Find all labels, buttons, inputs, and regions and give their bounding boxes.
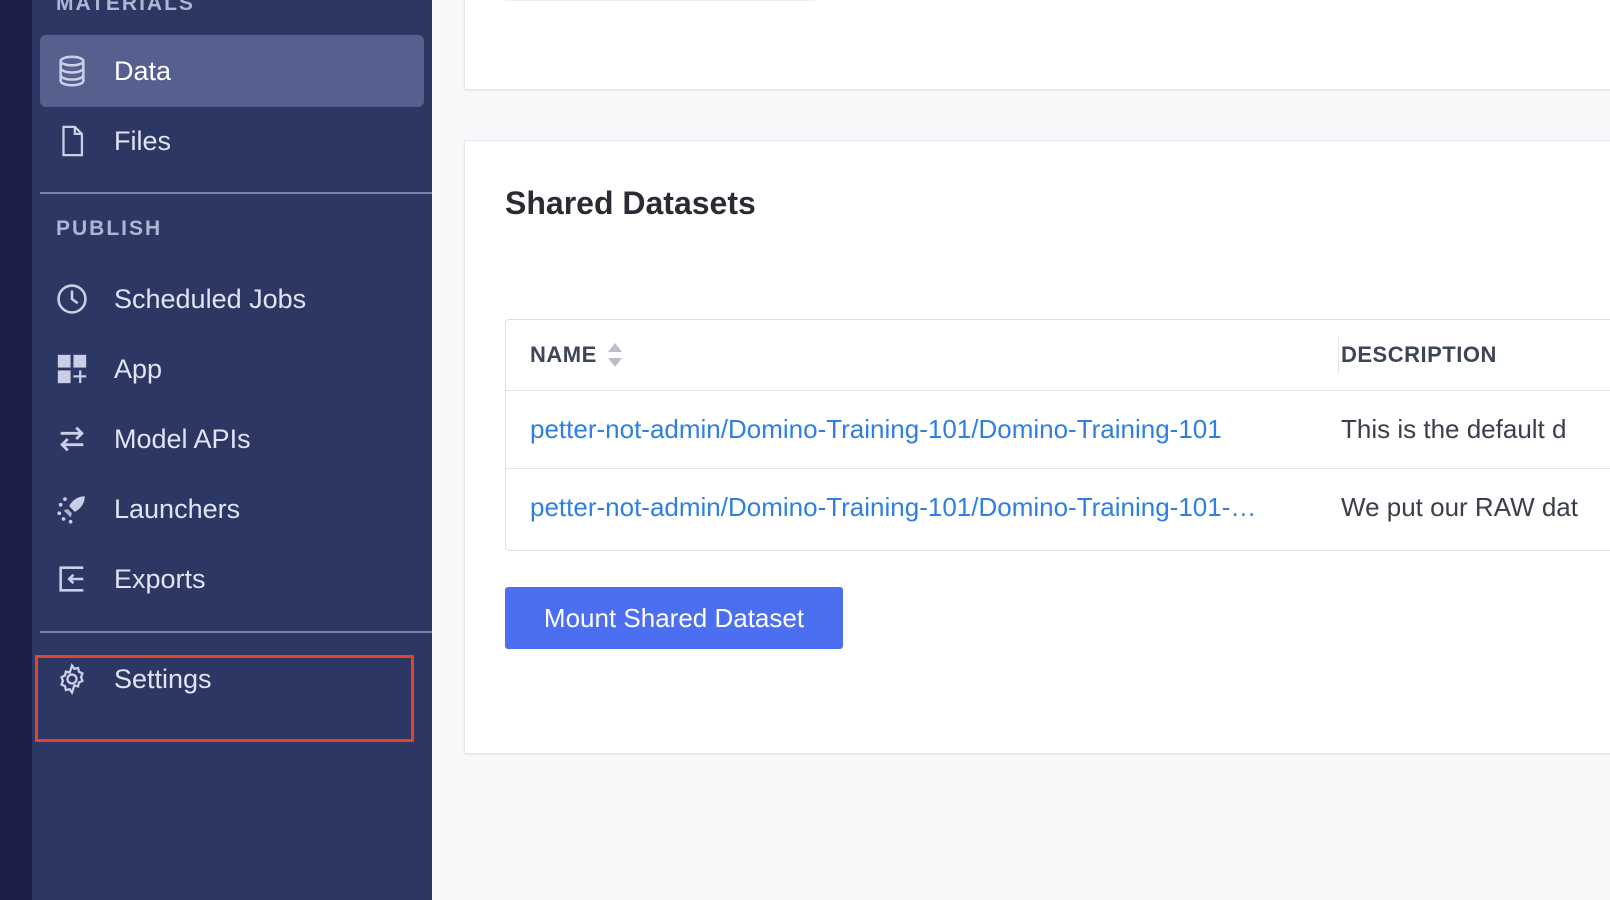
sidebar-item-launchers[interactable]: Launchers xyxy=(40,473,424,545)
rocket-icon xyxy=(52,489,92,529)
previous-card xyxy=(464,0,1610,90)
table-row: petter-not-admin/Domino-Training-101/Dom… xyxy=(506,390,1610,469)
section-title: Shared Datasets xyxy=(505,185,756,221)
export-icon xyxy=(52,559,92,599)
swap-arrows-icon xyxy=(52,419,92,459)
table-header: NAME DESCRIPTION xyxy=(506,320,1610,391)
sidebar-item-label: Launchers xyxy=(114,493,241,524)
sidebar-item-label: Exports xyxy=(114,563,206,594)
dataset-description: This is the default d xyxy=(1341,413,1567,444)
settings-highlight-box xyxy=(35,655,414,742)
sidebar-item-exports[interactable]: Exports xyxy=(40,543,424,615)
column-header-label: NAME xyxy=(530,342,597,367)
sidebar: MATERIALS Data Files PUBLISH Scheduled J… xyxy=(32,0,432,900)
shared-datasets-card: Shared Datasets NAME DESCRIPTION petter-… xyxy=(464,140,1610,754)
sidebar-item-label: App xyxy=(114,353,163,384)
dataset-name-link[interactable]: petter-not-admin/Domino-Training-101/Dom… xyxy=(530,492,1290,523)
sidebar-item-label: Scheduled Jobs xyxy=(114,283,307,314)
dataset-description: We put our RAW dat xyxy=(1341,491,1578,522)
sidebar-item-scheduled-jobs[interactable]: Scheduled Jobs xyxy=(40,263,424,335)
column-header-name[interactable]: NAME xyxy=(530,320,623,390)
clock-icon xyxy=(52,279,92,319)
sidebar-item-app[interactable]: App xyxy=(40,333,424,405)
dataset-name-link[interactable]: petter-not-admin/Domino-Training-101/Dom… xyxy=(530,414,1290,445)
sidebar-item-label: Files xyxy=(114,125,172,156)
left-rail xyxy=(0,0,32,900)
mount-shared-dataset-button[interactable]: Mount Shared Dataset xyxy=(505,587,843,649)
file-icon xyxy=(52,121,92,161)
column-header-description: DESCRIPTION xyxy=(1341,342,1497,367)
sidebar-item-label: Model APIs xyxy=(114,423,251,454)
main-content: Shared Datasets NAME DESCRIPTION petter-… xyxy=(432,0,1610,900)
shared-datasets-table: NAME DESCRIPTION petter-not-admin/Domino… xyxy=(505,319,1610,551)
table-row: petter-not-admin/Domino-Training-101/Dom… xyxy=(506,468,1610,546)
sidebar-item-data[interactable]: Data xyxy=(40,35,424,107)
divider xyxy=(505,0,815,1)
sidebar-item-label: Data xyxy=(114,55,172,86)
sidebar-item-files[interactable]: Files xyxy=(40,105,424,177)
column-separator xyxy=(1338,336,1339,374)
sidebar-divider xyxy=(40,631,432,633)
sort-icon[interactable] xyxy=(607,342,623,368)
database-icon xyxy=(52,51,92,91)
app-window: MATERIALS Data Files PUBLISH Scheduled J… xyxy=(0,0,1610,900)
app-grid-icon xyxy=(52,349,92,389)
section-label-publish: PUBLISH xyxy=(56,217,163,240)
sidebar-divider xyxy=(40,192,432,194)
section-label-materials: MATERIALS xyxy=(56,0,195,15)
sidebar-item-model-apis[interactable]: Model APIs xyxy=(40,403,424,475)
